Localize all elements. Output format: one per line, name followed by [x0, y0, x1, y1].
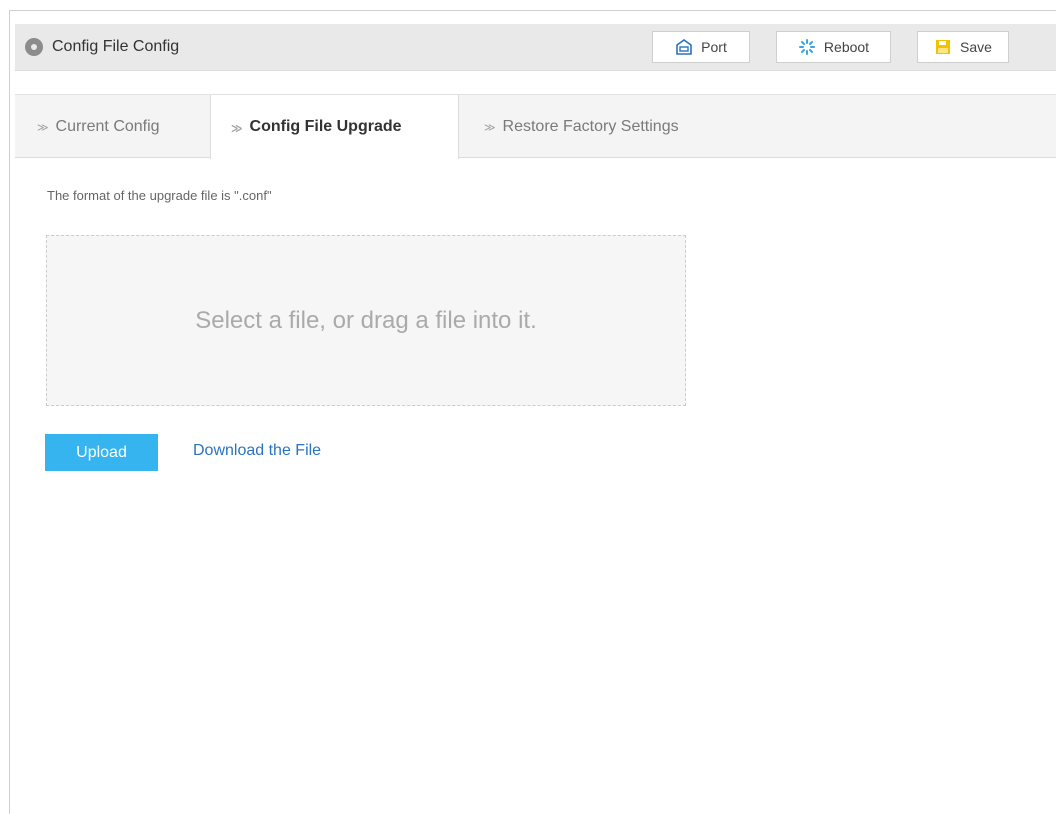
dropzone-text: Select a file, or drag a file into it.: [195, 306, 537, 334]
tab-current-config[interactable]: ≫ Current Config: [37, 95, 160, 158]
upload-button[interactable]: Upload: [45, 434, 158, 471]
port-icon: [675, 38, 693, 56]
port-button-label: Port: [701, 39, 727, 55]
tab-label: Config File Upgrade: [249, 118, 402, 135]
reboot-button[interactable]: Reboot: [776, 31, 891, 63]
save-button[interactable]: Save: [917, 31, 1009, 63]
file-dropzone[interactable]: Select a file, or drag a file into it.: [46, 235, 686, 406]
page-header: Config File Config Port Reboot Save: [15, 24, 1056, 71]
tab-label: Current Config: [55, 117, 160, 135]
chevron-right-icon: ≫: [231, 122, 243, 135]
chevron-right-icon: ≫: [484, 122, 496, 134]
reboot-button-label: Reboot: [823, 39, 870, 55]
page-title: Config File Config: [52, 38, 180, 55]
tab-config-file-upgrade[interactable]: ≫ Config File Upgrade: [210, 95, 459, 159]
circle-icon: [25, 38, 43, 56]
reboot-icon: [798, 38, 816, 56]
tab-label: Restore Factory Settings: [502, 117, 679, 135]
port-button[interactable]: Port: [652, 31, 750, 63]
page-title-area: Config File Config: [25, 24, 179, 70]
tab-bar: ≫ Current Config ≫ Config File Upgrade ≫…: [15, 94, 1056, 159]
tab-restore-factory-settings[interactable]: ≫ Restore Factory Settings: [484, 95, 679, 158]
download-file-link[interactable]: Download the File: [193, 442, 321, 460]
file-format-hint: The format of the upgrade file is ".conf…: [47, 188, 272, 203]
save-icon: [934, 38, 952, 56]
chevron-right-icon: ≫: [37, 122, 49, 134]
save-button-label: Save: [960, 39, 992, 55]
